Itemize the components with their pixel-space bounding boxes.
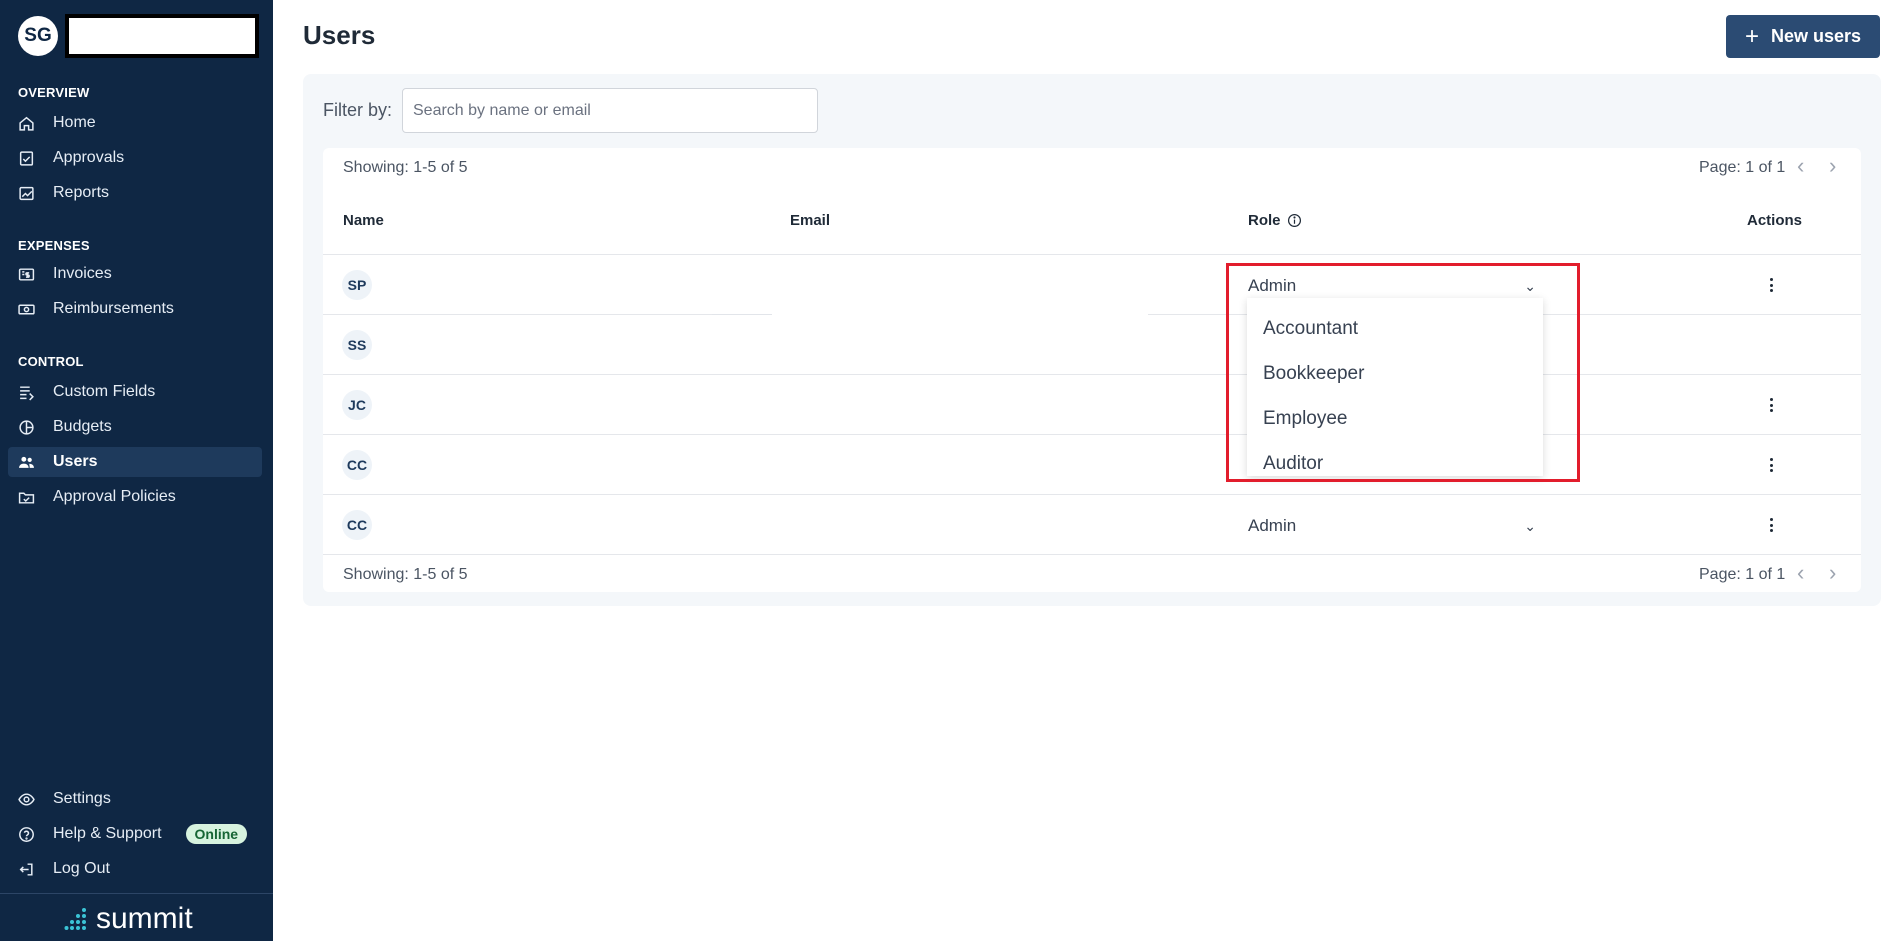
user-initials-avatar: JC bbox=[342, 390, 372, 420]
sidebar-item-reimbursements[interactable]: Reimbursements bbox=[8, 294, 262, 324]
filter-label: Filter by: bbox=[323, 100, 393, 120]
prev-page-icon[interactable]: ‹ bbox=[1797, 153, 1804, 179]
plus-icon: + bbox=[1744, 22, 1759, 50]
next-page-icon[interactable]: › bbox=[1829, 153, 1836, 179]
row-divider bbox=[323, 434, 1861, 435]
sidebar-item-budgets[interactable]: Budgets bbox=[8, 412, 262, 442]
more-actions-icon[interactable] bbox=[1764, 515, 1778, 535]
row-divider bbox=[323, 494, 1861, 495]
row-divider bbox=[323, 314, 712, 315]
sidebar-item-label: Reimbursements bbox=[53, 300, 174, 317]
row-divider bbox=[323, 254, 1861, 255]
sidebar-item-approvals[interactable]: Approvals bbox=[8, 143, 262, 173]
invoices-icon bbox=[18, 267, 35, 281]
approvals-icon bbox=[19, 150, 34, 166]
role-select-row-5[interactable]: Admin ⌄ bbox=[1248, 516, 1546, 536]
user-initials-avatar: CC bbox=[342, 450, 372, 480]
user-initials-avatar: CC bbox=[342, 510, 372, 540]
sidebar-item-label: Settings bbox=[53, 790, 111, 807]
more-actions-icon[interactable] bbox=[1764, 455, 1778, 475]
page-title: Users bbox=[303, 20, 376, 50]
sidebar-item-label: Invoices bbox=[53, 265, 112, 282]
section-overview: OVERVIEW bbox=[18, 85, 90, 100]
new-users-button[interactable]: + New users bbox=[1726, 15, 1880, 58]
redacted-name-box bbox=[65, 14, 259, 58]
sidebar-item-label: Home bbox=[53, 114, 96, 131]
new-users-button-label: New users bbox=[1770, 26, 1862, 46]
sidebar-item-label: Users bbox=[53, 453, 98, 470]
column-header-actions: Actions bbox=[1747, 212, 1803, 229]
approval-policies-icon bbox=[18, 492, 35, 504]
showing-count-top: Showing: 1-5 of 5 bbox=[343, 159, 468, 176]
next-page-icon[interactable]: › bbox=[1829, 560, 1836, 586]
reports-icon bbox=[19, 186, 34, 200]
sidebar-item-home[interactable]: Home bbox=[8, 108, 262, 138]
sidebar-item-invoices[interactable]: Invoices bbox=[8, 259, 262, 289]
role-select-value: Admin bbox=[1248, 516, 1297, 535]
sidebar-user[interactable]: SG bbox=[18, 14, 259, 58]
sidebar: SG OVERVIEW Home Approvals Reports EXPEN… bbox=[0, 0, 273, 941]
help-icon bbox=[19, 826, 34, 842]
more-actions-icon[interactable] bbox=[1764, 275, 1778, 295]
reimbursements-icon bbox=[18, 304, 35, 314]
sidebar-item-label: Approvals bbox=[53, 149, 125, 166]
sidebar-item-label: Approval Policies bbox=[53, 488, 176, 505]
sidebar-divider bbox=[0, 893, 273, 894]
user-avatar[interactable]: SG bbox=[18, 16, 58, 56]
logout-icon bbox=[19, 862, 33, 876]
column-header-email[interactable]: Email bbox=[790, 212, 830, 229]
sidebar-item-label: Help & Support bbox=[53, 825, 162, 842]
sidebar-item-approval-policies[interactable]: Approval Policies bbox=[8, 482, 262, 512]
sidebar-item-label: Log Out bbox=[53, 860, 110, 877]
sidebar-item-label: Custom Fields bbox=[53, 383, 156, 400]
showing-count-bottom: Showing: 1-5 of 5 bbox=[343, 566, 468, 583]
prev-page-icon[interactable]: ‹ bbox=[1797, 560, 1804, 586]
chevron-down-icon: ⌄ bbox=[1524, 517, 1536, 534]
sidebar-item-users[interactable]: Users bbox=[8, 447, 262, 477]
custom-fields-icon bbox=[20, 385, 34, 400]
sidebar-item-settings[interactable]: Settings bbox=[8, 784, 262, 814]
sidebar-item-logout[interactable]: Log Out bbox=[8, 854, 262, 884]
column-header-name[interactable]: Name bbox=[343, 212, 384, 229]
online-status-badge: Online bbox=[185, 824, 248, 844]
user-initials-avatar: SS bbox=[342, 330, 372, 360]
logo-text: summit bbox=[96, 902, 193, 935]
sidebar-item-reports[interactable]: Reports bbox=[8, 178, 262, 208]
column-header-role[interactable]: Role bbox=[1248, 212, 1302, 229]
settings-icon bbox=[18, 792, 35, 806]
row-divider bbox=[323, 374, 1861, 375]
row-divider bbox=[323, 554, 1861, 555]
sidebar-item-label: Budgets bbox=[53, 418, 112, 435]
search-input[interactable] bbox=[402, 88, 818, 133]
info-icon[interactable] bbox=[1287, 213, 1302, 228]
section-control: CONTROL bbox=[18, 354, 84, 369]
highlight-box bbox=[1226, 263, 1580, 482]
budgets-icon bbox=[19, 419, 34, 435]
users-table bbox=[323, 148, 1861, 592]
more-actions-icon[interactable] bbox=[1764, 395, 1778, 415]
section-expenses: EXPENSES bbox=[18, 238, 90, 253]
sidebar-item-custom-fields[interactable]: Custom Fields bbox=[8, 377, 262, 407]
users-icon bbox=[19, 456, 34, 468]
sidebar-item-label: Reports bbox=[53, 184, 110, 201]
row-divider bbox=[712, 314, 772, 315]
page-info-bottom: Page: 1 of 1 bbox=[1699, 566, 1786, 583]
column-header-role-label: Role bbox=[1248, 212, 1281, 229]
user-initials-avatar: SP bbox=[342, 270, 372, 300]
sidebar-item-help[interactable]: Help & Support Online bbox=[8, 819, 262, 849]
summit-logo-icon bbox=[64, 908, 86, 930]
home-icon bbox=[19, 116, 34, 131]
summit-logo: summit bbox=[64, 902, 193, 936]
page-info-top: Page: 1 of 1 bbox=[1699, 159, 1786, 176]
